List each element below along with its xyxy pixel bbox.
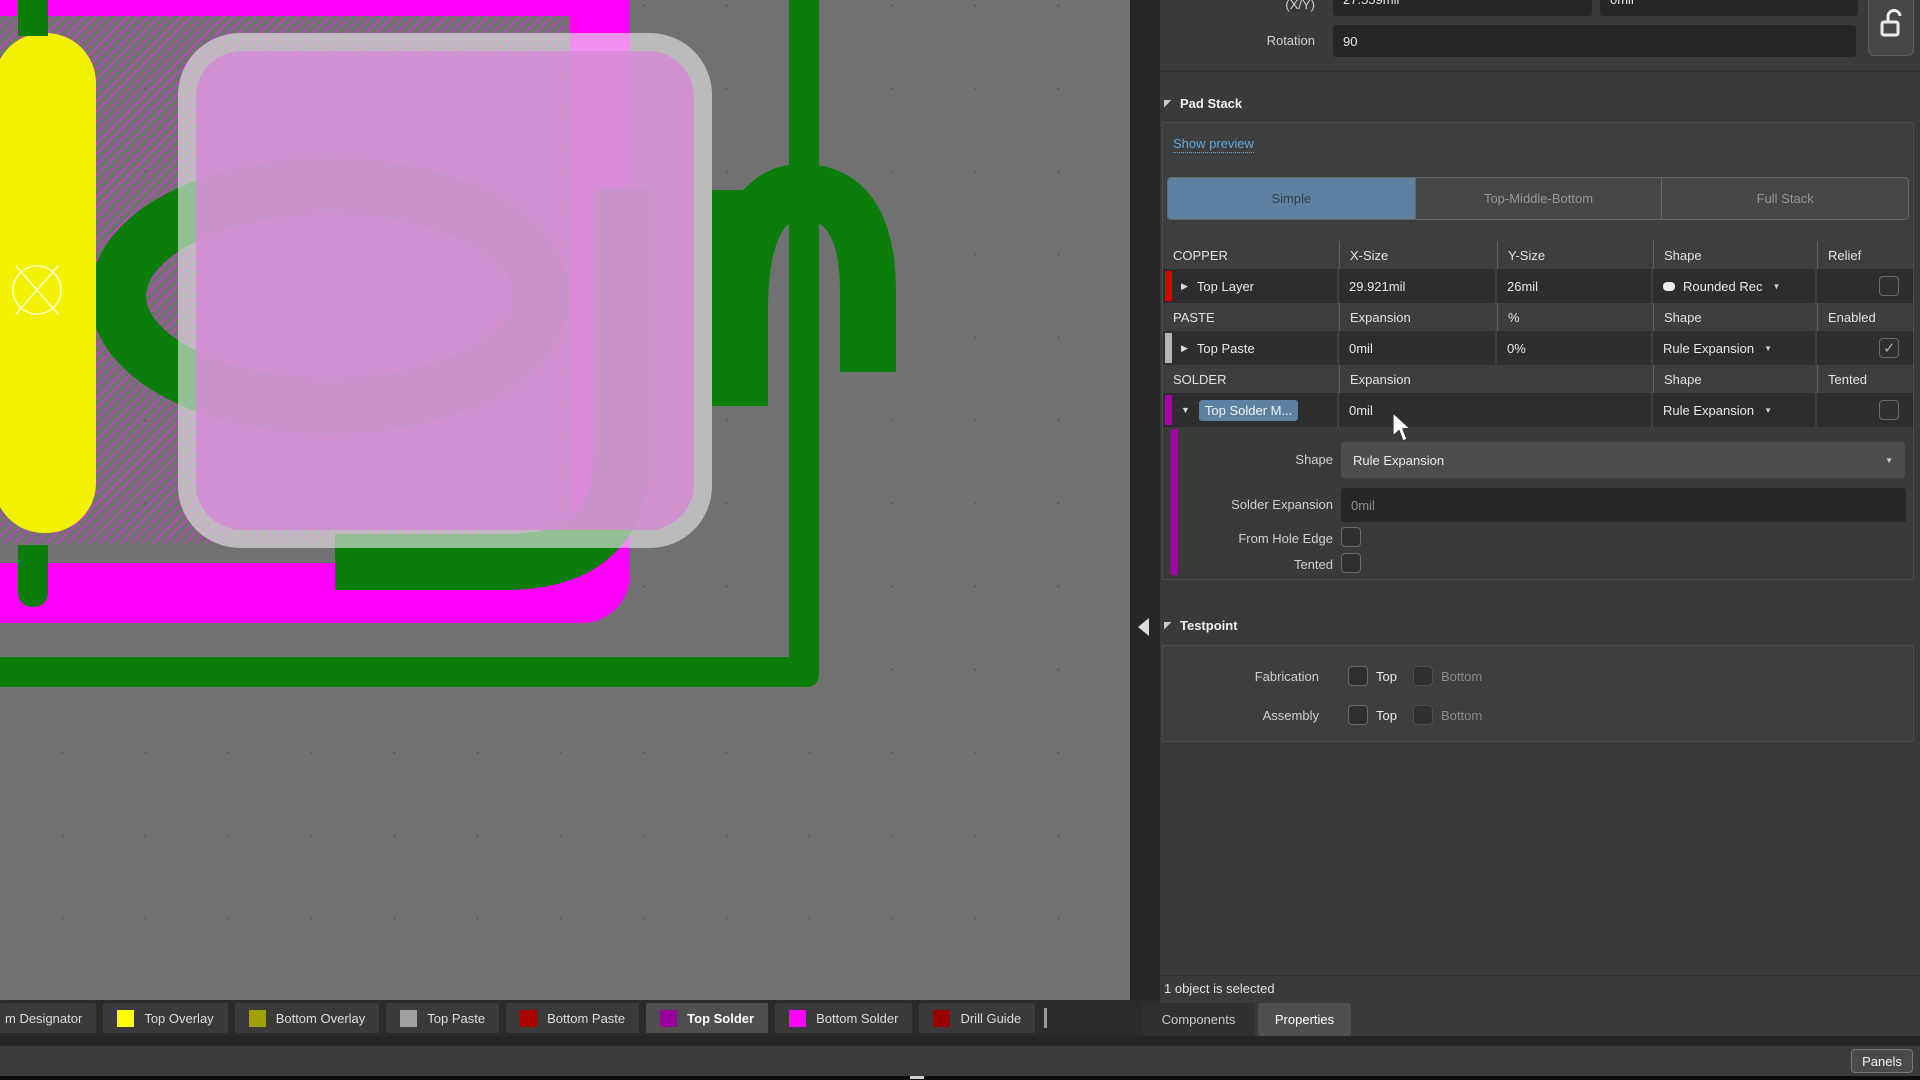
layer-color-bar: [1165, 395, 1172, 425]
copper-header-row: COPPER X-Size Y-Size Shape Relief: [1163, 241, 1913, 269]
panels-button[interactable]: Panels: [1851, 1049, 1913, 1073]
open-padlock-icon: [1878, 7, 1904, 39]
from-hole-edge-checkbox[interactable]: [1341, 527, 1361, 547]
pad-origin-marker-icon: [8, 258, 68, 322]
testpoint-box: Fabrication Top Bottom Assembly Top Bott…: [1162, 645, 1914, 742]
top-solder-row[interactable]: ▼ Top Solder M... 0mil Rule Expansion ▼: [1163, 393, 1913, 427]
chevron-down-icon: ▼: [1773, 282, 1781, 291]
layer-color-bar: [1165, 333, 1172, 363]
tented-label: Tented: [1193, 557, 1333, 572]
properties-panel: (X/Y) 27.559mil 0mil Rotation 90 Pad Sta…: [1160, 0, 1920, 1036]
tab-properties[interactable]: Properties: [1258, 1003, 1351, 1036]
assembly-row: Assembly Top Bottom: [1163, 705, 1913, 725]
fabrication-bottom-checkbox[interactable]: [1413, 666, 1433, 686]
trace-stub-bottom[interactable]: [18, 545, 48, 607]
layer-tab-designator[interactable]: m Designator: [0, 1003, 96, 1033]
tented-checkbox[interactable]: [1341, 553, 1361, 573]
solder-shape-dropdown[interactable]: Rule Expansion ▼: [1653, 393, 1815, 427]
collapse-triangle-icon: [1164, 100, 1172, 108]
section-divider: [1160, 70, 1920, 72]
chevron-down-icon: ▼: [1764, 344, 1772, 353]
rotation-label: Rotation: [1220, 33, 1315, 48]
solder-expansion-label: Solder Expansion: [1193, 497, 1333, 512]
layer-swatch-icon: [660, 1010, 677, 1027]
solder-layer-spine: [1171, 429, 1178, 575]
copper-y-size-input[interactable]: 26mil: [1497, 269, 1651, 303]
bottom-separator-strip: [0, 1036, 1920, 1046]
layer-tab-top-paste[interactable]: Top Paste: [386, 1003, 499, 1033]
from-hole-edge-label: From Hole Edge: [1193, 531, 1333, 546]
top-paste-row[interactable]: ▶ Top Paste 0mil 0% Rule Expansion ▼: [1163, 331, 1913, 365]
layer-swatch-icon: [400, 1010, 417, 1027]
solder-expansion-field[interactable]: 0mil: [1341, 488, 1906, 522]
chevron-down-icon: ▼: [1885, 456, 1893, 465]
layer-tab-overflow-indicator: [1044, 1008, 1047, 1028]
expand-arrow-icon[interactable]: ▶: [1181, 281, 1188, 292]
paste-enabled-checkbox[interactable]: [1879, 338, 1899, 358]
mode-full-stack[interactable]: Full Stack: [1661, 178, 1908, 219]
mode-simple[interactable]: Simple: [1168, 178, 1415, 219]
rounded-rect-icon: [1663, 282, 1675, 291]
selected-pad-top-solder[interactable]: [196, 51, 694, 530]
copper-shape-dropdown[interactable]: Rounded Rec ▼: [1653, 269, 1815, 303]
paste-expansion-input[interactable]: 0mil: [1339, 331, 1495, 365]
paste-shape-dropdown[interactable]: Rule Expansion ▼: [1653, 331, 1815, 365]
shape-label: Shape: [1223, 452, 1333, 467]
solder-tented-checkbox[interactable]: [1879, 400, 1899, 420]
layer-tab-drill-guide[interactable]: Drill Guide: [919, 1003, 1035, 1033]
solder-detail-section: Shape Rule Expansion ▼ Solder Expansion …: [1163, 427, 1913, 579]
position-lock-button[interactable]: [1868, 0, 1914, 56]
pad-stack-mode-switch: Simple Top-Middle-Bottom Full Stack: [1167, 177, 1909, 220]
testpoint-section-header[interactable]: Testpoint: [1164, 618, 1238, 633]
pcb-canvas[interactable]: [0, 0, 1130, 1000]
trace-vertical[interactable]: [789, 0, 819, 687]
collapse-arrow-icon[interactable]: ▼: [1181, 405, 1190, 415]
bottom-edge-notch: [910, 1076, 924, 1079]
relief-checkbox[interactable]: [1879, 276, 1899, 296]
copper-x-size-input[interactable]: 29.921mil: [1339, 269, 1495, 303]
layer-swatch-icon: [933, 1010, 950, 1027]
collapse-triangle-icon: [1164, 622, 1172, 630]
mode-top-middle-bottom[interactable]: Top-Middle-Bottom: [1415, 178, 1662, 219]
layer-swatch-icon: [789, 1010, 806, 1027]
x-position-input[interactable]: 27.559mil: [1333, 0, 1592, 16]
layer-tab-top-solder[interactable]: Top Solder: [646, 1003, 768, 1033]
expand-arrow-icon[interactable]: ▶: [1181, 343, 1188, 354]
pad-stack-box: Show preview Simple Top-Middle-Bottom Fu…: [1162, 122, 1914, 580]
mouse-cursor-icon: [1392, 412, 1416, 444]
assembly-top-checkbox[interactable]: [1348, 705, 1368, 725]
chevron-down-icon: ▼: [1764, 406, 1772, 415]
show-preview-link[interactable]: Show preview: [1173, 136, 1254, 153]
altium-pcb-editor-window: (X/Y) 27.559mil 0mil Rotation 90 Pad Sta…: [0, 0, 1920, 1080]
layer-swatch-icon: [249, 1010, 266, 1027]
panel-splitter[interactable]: [1130, 0, 1160, 1003]
layer-swatch-icon: [117, 1010, 134, 1027]
layer-tab-bottom-solder[interactable]: Bottom Solder: [775, 1003, 912, 1033]
xy-label: (X/Y): [1220, 0, 1315, 12]
layer-color-bar: [1165, 271, 1172, 301]
tab-components[interactable]: Components: [1142, 1003, 1255, 1036]
layer-swatch-icon: [520, 1010, 537, 1027]
selection-status: 1 object is selected: [1164, 981, 1275, 996]
fabrication-row: Fabrication Top Bottom: [1163, 666, 1913, 686]
window-bottom-edge: [0, 1076, 1920, 1080]
layer-tab-bottom-paste[interactable]: Bottom Paste: [506, 1003, 639, 1033]
assembly-bottom-checkbox[interactable]: [1413, 705, 1433, 725]
status-divider: [1160, 975, 1920, 976]
shape-select[interactable]: Rule Expansion ▼: [1341, 442, 1905, 478]
trace-stub-top[interactable]: [18, 0, 48, 36]
solder-expansion-input[interactable]: 0mil: [1339, 393, 1651, 427]
layer-tab-top-overlay[interactable]: Top Overlay: [103, 1003, 227, 1033]
fabrication-top-checkbox[interactable]: [1348, 666, 1368, 686]
status-bar: Panels: [0, 1046, 1920, 1076]
top-layer-row[interactable]: ▶ Top Layer 29.921mil 26mil Rounded Rec …: [1163, 269, 1913, 303]
trace-horizontal[interactable]: [0, 657, 819, 687]
solder-header-row: SOLDER Expansion Shape Tented: [1163, 365, 1913, 393]
layer-tab-bottom-overlay[interactable]: Bottom Overlay: [235, 1003, 380, 1033]
y-position-input[interactable]: 0mil: [1600, 0, 1858, 16]
pad-stack-section-header[interactable]: Pad Stack: [1164, 96, 1242, 111]
rotation-input[interactable]: 90: [1333, 25, 1856, 57]
paste-header-row: PASTE Expansion % Shape Enabled: [1163, 303, 1913, 331]
paste-percent-input[interactable]: 0%: [1497, 331, 1651, 365]
